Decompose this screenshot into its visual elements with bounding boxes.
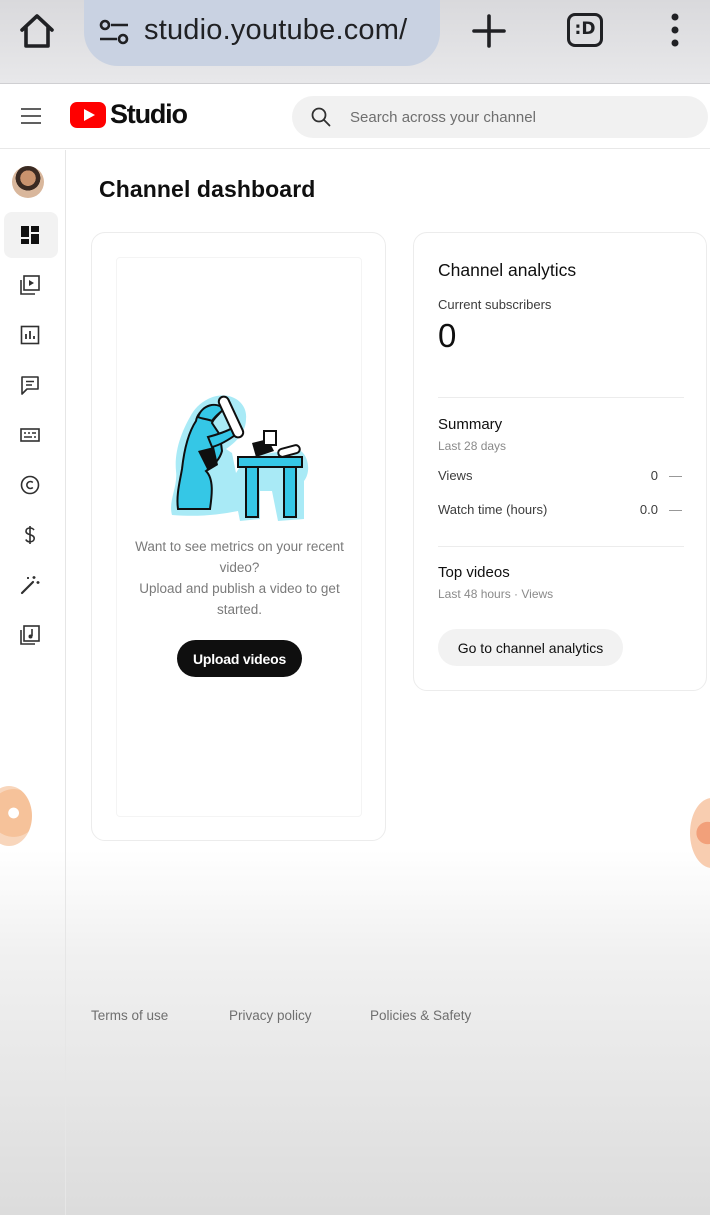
floating-overlay-bubble[interactable]: [690, 798, 710, 868]
footer-link-policies[interactable]: Policies & Safety: [370, 1008, 471, 1023]
menu-icon[interactable]: [20, 107, 42, 125]
sidebar-item-audio-library[interactable]: [4, 612, 58, 658]
subscribers-label: Current subscribers: [438, 297, 552, 312]
sidebar: [0, 150, 66, 1215]
summary-title: Summary: [438, 416, 503, 433]
address-bar[interactable]: studio.youtube.com/: [84, 0, 440, 66]
upload-prompt-line: Want to see metrics on your recent video…: [135, 539, 344, 575]
home-icon[interactable]: [16, 10, 58, 52]
upload-videos-button[interactable]: Upload videos: [177, 640, 302, 677]
metric-row-views: Views 0 —: [438, 468, 684, 486]
site-settings-icon[interactable]: [98, 18, 130, 46]
new-tab-icon[interactable]: [470, 12, 508, 50]
analytics-icon: [20, 325, 40, 345]
footer-link-privacy[interactable]: Privacy policy: [229, 1008, 312, 1023]
sidebar-item-dashboard[interactable]: [4, 212, 58, 258]
search-bar[interactable]: [292, 96, 708, 138]
go-to-channel-analytics-button[interactable]: Go to channel analytics: [438, 629, 623, 666]
audio-library-icon: [20, 625, 40, 645]
upload-video-card: Want to see metrics on your recent video…: [91, 232, 386, 841]
subtitles-icon: [20, 428, 40, 442]
sidebar-item-content[interactable]: [4, 262, 58, 308]
subscribers-count: 0: [438, 317, 457, 354]
channel-analytics-card: Channel analytics Current subscribers 0 …: [413, 232, 707, 691]
sidebar-item-analytics[interactable]: [4, 312, 58, 358]
comments-icon: [21, 376, 39, 395]
divider: [438, 397, 684, 398]
sidebar-item-subtitles[interactable]: [4, 412, 58, 458]
studio-logo-text[interactable]: Studio: [110, 99, 188, 130]
sidebar-item-copyright[interactable]: [4, 462, 58, 508]
upload-prompt-text: Want to see metrics on your recent video…: [126, 536, 353, 620]
sidebar-item-comments[interactable]: [4, 362, 58, 408]
video-library-icon: [20, 275, 40, 295]
top-videos-title: Top videos: [438, 564, 510, 581]
metric-trend: —: [669, 502, 682, 517]
avatar[interactable]: [12, 166, 44, 198]
magic-wand-icon: [20, 576, 40, 595]
metric-value: 0.0: [639, 502, 658, 517]
tab-switcher-button[interactable]: :D: [567, 13, 603, 47]
metric-value: 0: [650, 468, 658, 483]
more-vert-icon[interactable]: [666, 12, 684, 48]
footer-link-terms[interactable]: Terms of use: [91, 1008, 168, 1023]
search-icon: [311, 107, 331, 127]
studio-header: Studio: [0, 85, 710, 149]
sidebar-item-customization[interactable]: [4, 562, 58, 608]
dollar-icon: [25, 526, 36, 544]
metric-row-watch-time: Watch time (hours) 0.0 —: [438, 502, 684, 520]
sidebar-item-earn[interactable]: [4, 512, 58, 558]
summary-period: Last 28 days: [438, 439, 507, 453]
page-title: Channel dashboard: [99, 176, 316, 202]
youtube-logo-icon[interactable]: [70, 102, 106, 128]
divider: [438, 546, 684, 547]
search-input[interactable]: [350, 96, 690, 138]
copyright-icon: [20, 475, 40, 495]
analytics-title: Channel analytics: [438, 260, 577, 280]
metric-label: Views: [438, 468, 473, 483]
upload-prompt-line: Upload and publish a video to get starte…: [139, 581, 340, 617]
dashboard-icon: [21, 226, 39, 244]
browser-toolbar: studio.youtube.com/ :D: [0, 0, 710, 84]
scientist-illustration: [171, 395, 309, 521]
metric-label: Watch time (hours): [438, 502, 548, 517]
metric-trend: —: [669, 468, 682, 483]
url-text[interactable]: studio.youtube.com/: [144, 14, 407, 47]
floating-overlay-bubble[interactable]: [0, 786, 32, 846]
top-videos-period: Last 48 hours · Views: [438, 587, 554, 601]
